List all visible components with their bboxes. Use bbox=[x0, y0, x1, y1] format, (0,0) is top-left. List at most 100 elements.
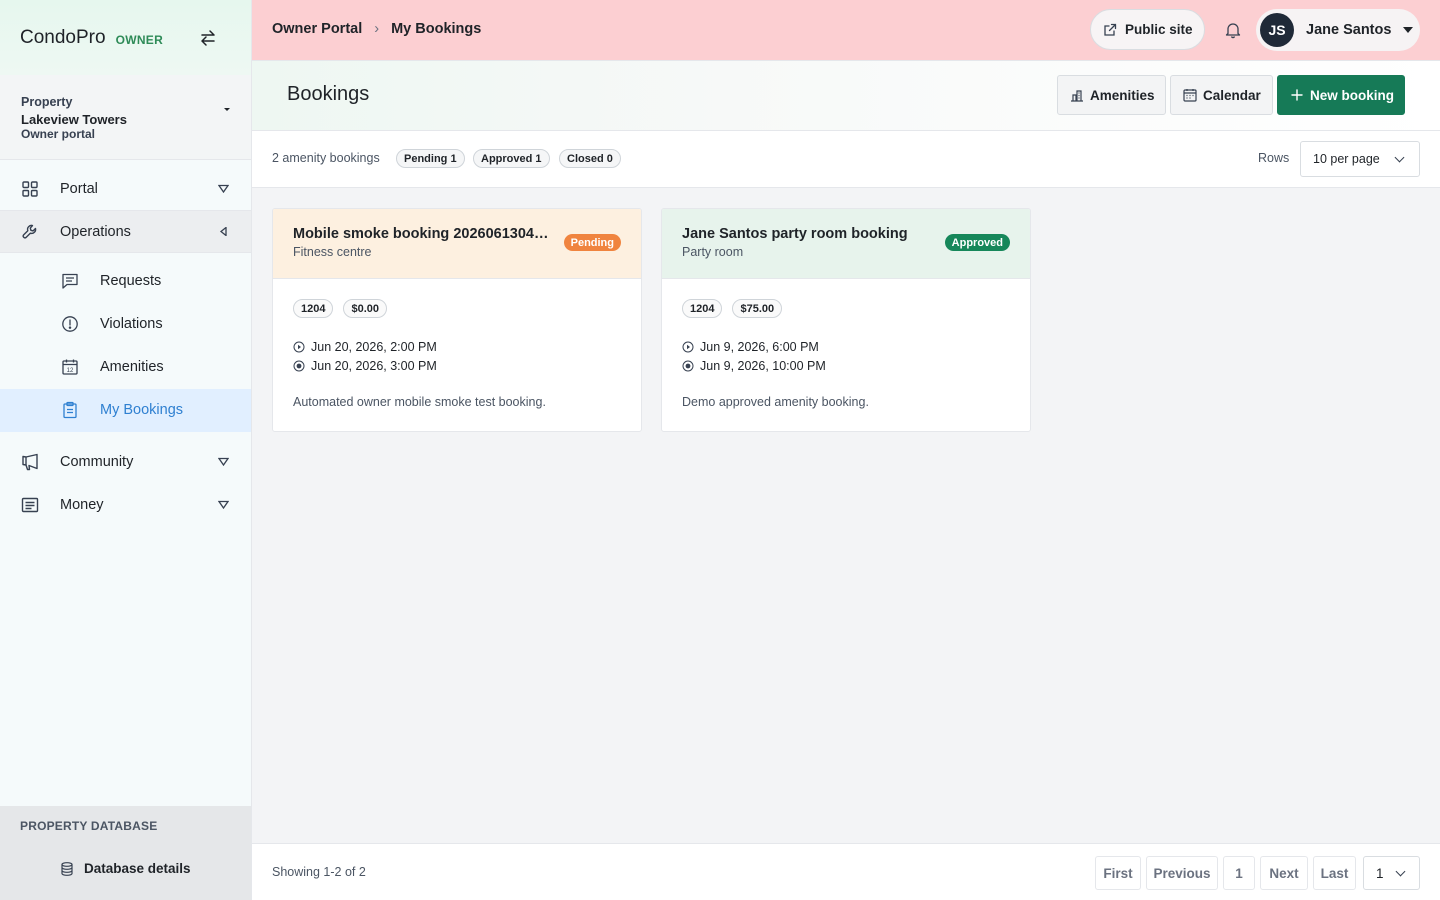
unit-chip: 1204 bbox=[293, 299, 334, 318]
nav-portal[interactable]: Portal bbox=[0, 167, 251, 210]
breadcrumb: Owner Portal › My Bookings bbox=[272, 21, 481, 37]
booking-note: Demo approved amenity booking. bbox=[682, 395, 869, 409]
new-booking-label: New booking bbox=[1310, 87, 1394, 103]
triangle-down-icon bbox=[218, 457, 229, 466]
swap-icon[interactable] bbox=[199, 29, 217, 47]
calendar-button[interactable]: Calendar bbox=[1170, 75, 1273, 115]
page-number-button[interactable]: 1 bbox=[1223, 856, 1255, 890]
unit-chip: 1204 bbox=[682, 299, 723, 318]
message-icon bbox=[62, 273, 78, 289]
property-sub: Owner portal bbox=[21, 127, 96, 141]
filter-pending[interactable]: Pending 1 bbox=[396, 149, 465, 168]
clipboard-icon bbox=[63, 401, 77, 419]
booking-note: Automated owner mobile smoke test bookin… bbox=[293, 395, 546, 409]
first-page-button[interactable]: First bbox=[1095, 856, 1141, 890]
start-time: Jun 20, 2026, 2:00 PM bbox=[311, 339, 437, 354]
database-details-link[interactable]: Database details bbox=[61, 861, 191, 876]
booking-title: Jane Santos party room booking bbox=[682, 226, 908, 242]
sidebar-item-violations[interactable]: Violations bbox=[0, 303, 251, 346]
end-time-row: Jun 9, 2026, 10:00 PM bbox=[682, 356, 1010, 375]
nav-operations-label: Operations bbox=[60, 223, 131, 240]
nav-portal-label: Portal bbox=[60, 180, 98, 197]
booking-card[interactable]: Jane Santos party room booking Party roo… bbox=[661, 208, 1031, 432]
receipt-icon bbox=[21, 497, 39, 512]
card-header: Jane Santos party room booking Party roo… bbox=[662, 209, 1030, 279]
building-icon bbox=[1071, 90, 1083, 102]
calendar-icon bbox=[1183, 89, 1197, 102]
amenities-button[interactable]: Amenities bbox=[1057, 75, 1166, 115]
amenities-button-label: Amenities bbox=[1090, 87, 1155, 103]
sidebar-footer: PROPERTY DATABASE Database details bbox=[0, 806, 251, 900]
topbar: Owner Portal › My Bookings Public site J… bbox=[252, 0, 1440, 61]
violations-label: Violations bbox=[100, 316, 163, 332]
brand-bar: CondoPro OWNER bbox=[0, 0, 251, 75]
breadcrumb-current: My Bookings bbox=[391, 21, 482, 37]
start-time: Jun 9, 2026, 6:00 PM bbox=[700, 339, 819, 354]
page-title: Bookings bbox=[287, 83, 370, 105]
alert-circle-icon bbox=[62, 316, 78, 332]
requests-label: Requests bbox=[100, 273, 162, 289]
sidebar-item-requests[interactable]: Requests bbox=[0, 260, 251, 303]
next-page-button[interactable]: Next bbox=[1260, 856, 1308, 890]
sidebar: CondoPro OWNER Property Lakeview Towers … bbox=[0, 0, 252, 900]
bell-icon[interactable] bbox=[1225, 21, 1241, 39]
breadcrumb-separator: › bbox=[374, 21, 380, 37]
previous-page-button[interactable]: Previous bbox=[1146, 856, 1218, 890]
rows-label: Rows bbox=[1258, 151, 1290, 165]
stop-circle-icon bbox=[682, 360, 694, 371]
booking-count: 2 amenity bookings bbox=[272, 151, 380, 165]
public-site-label: Public site bbox=[1125, 22, 1193, 37]
booking-card[interactable]: Mobile smoke booking 20260613040512 Fitn… bbox=[272, 208, 642, 432]
avatar: JS bbox=[1260, 13, 1294, 47]
last-page-button[interactable]: Last bbox=[1313, 856, 1356, 890]
megaphone-icon bbox=[22, 453, 38, 470]
play-circle-icon bbox=[293, 341, 305, 352]
nav-money[interactable]: Money bbox=[0, 483, 251, 526]
external-link-icon bbox=[1104, 23, 1117, 36]
database-details-label: Database details bbox=[84, 861, 191, 876]
caret-down-icon bbox=[1403, 27, 1413, 33]
triangle-down-icon bbox=[218, 500, 229, 509]
grid-icon bbox=[22, 180, 38, 197]
filter-approved[interactable]: Approved 1 bbox=[473, 149, 550, 168]
amenities-label: Amenities bbox=[100, 359, 164, 375]
plus-icon bbox=[1291, 89, 1303, 101]
card-header: Mobile smoke booking 20260613040512 Fitn… bbox=[273, 209, 641, 279]
my-bookings-label: My Bookings bbox=[100, 402, 184, 418]
new-booking-button[interactable]: New booking bbox=[1277, 75, 1405, 115]
start-time-row: Jun 20, 2026, 2:00 PM bbox=[293, 337, 621, 356]
sidebar-item-my-bookings[interactable]: My Bookings bbox=[0, 389, 251, 432]
calendar-icon: 12 bbox=[62, 359, 78, 375]
triangle-left-icon bbox=[219, 227, 227, 236]
booking-title: Mobile smoke booking 20260613040512 bbox=[293, 226, 555, 242]
filter-closed[interactable]: Closed 0 bbox=[559, 149, 621, 168]
status-badge: Pending bbox=[563, 234, 621, 251]
end-time-row: Jun 20, 2026, 3:00 PM bbox=[293, 356, 621, 375]
price-chip: $0.00 bbox=[343, 299, 388, 318]
page-select[interactable]: 1 bbox=[1363, 856, 1420, 890]
nav-community[interactable]: Community bbox=[0, 440, 251, 483]
sidebar-item-amenities[interactable]: 12 Amenities bbox=[0, 346, 251, 389]
end-time: Jun 9, 2026, 10:00 PM bbox=[700, 358, 826, 373]
stop-circle-icon bbox=[293, 360, 305, 371]
calendar-button-label: Calendar bbox=[1203, 87, 1261, 103]
brand-name: CondoPro bbox=[20, 26, 106, 48]
property-label: Property bbox=[21, 95, 73, 109]
status-badge: Approved bbox=[944, 234, 1010, 251]
user-name: Jane Santos bbox=[1306, 22, 1392, 38]
pagination-bar: Showing 1-2 of 2 First Previous 1 Next L… bbox=[252, 843, 1440, 900]
wrench-icon bbox=[22, 224, 37, 238]
nav-operations[interactable]: Operations bbox=[0, 210, 251, 253]
user-menu[interactable]: JS Jane Santos bbox=[1256, 9, 1420, 51]
rows-per-page-select[interactable]: 10 per page bbox=[1300, 141, 1420, 177]
property-selector[interactable]: Property Lakeview Towers Owner portal bbox=[0, 75, 251, 160]
brand-role: OWNER bbox=[115, 32, 164, 47]
price-chip: $75.00 bbox=[732, 299, 783, 318]
property-name: Lakeview Towers bbox=[21, 112, 127, 127]
page-select-value: 1 bbox=[1376, 865, 1384, 881]
breadcrumb-root[interactable]: Owner Portal bbox=[272, 21, 362, 37]
public-site-button[interactable]: Public site bbox=[1090, 9, 1205, 50]
card-body: 1204 $0.00 Jun 20, 2026, 2:00 PM Jun 20,… bbox=[273, 279, 641, 409]
footer-title: PROPERTY DATABASE bbox=[20, 819, 158, 833]
svg-text:12: 12 bbox=[67, 368, 74, 374]
